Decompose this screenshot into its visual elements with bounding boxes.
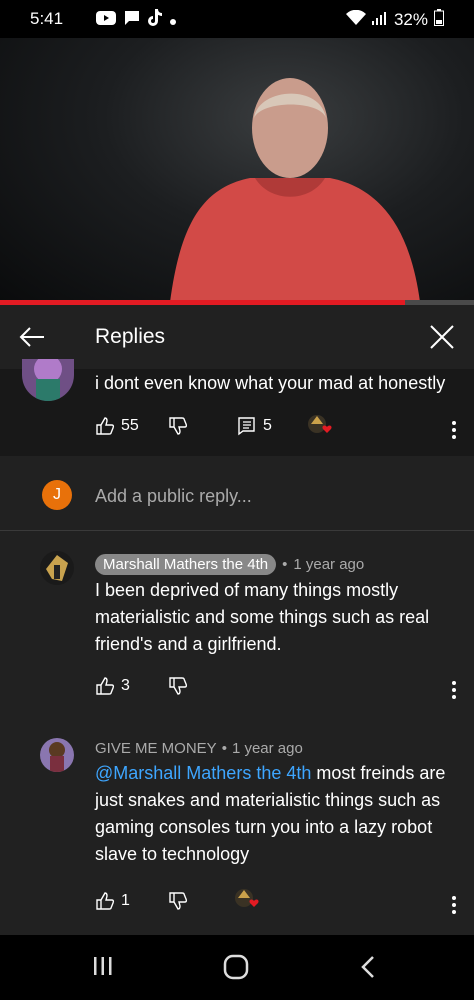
like-count: 55 <box>121 417 139 434</box>
author-name[interactable]: GIVE ME MONEY <box>95 740 217 757</box>
battery-label: 32% <box>393 10 428 29</box>
author-chip[interactable]: Marshall Mathers the 4th <box>95 554 277 575</box>
creator-heart-icon <box>307 414 335 443</box>
more-options-icon[interactable] <box>452 681 456 702</box>
panel-title: Replies <box>95 325 166 348</box>
like-count: 1 <box>121 892 130 909</box>
reply-count: 5 <box>263 417 272 434</box>
comment-text: @Marshall Mathers the 4th most freinds a… <box>95 760 455 868</box>
youtube-icon <box>96 10 116 30</box>
chat-icon <box>124 10 140 31</box>
dot-icon <box>170 10 176 30</box>
video-player[interactable] <box>0 38 474 302</box>
back-icon[interactable] <box>360 955 376 984</box>
commenter-avatar[interactable] <box>40 551 74 585</box>
signal-icon <box>371 10 388 31</box>
thumbs-up-icon <box>96 417 115 435</box>
thumbs-down-icon <box>169 417 188 435</box>
close-icon[interactable] <box>428 323 456 356</box>
user-avatar: J <box>42 480 72 510</box>
video-frame-person <box>170 78 420 302</box>
battery-icon <box>434 9 444 31</box>
back-arrow-icon[interactable] <box>18 323 46 356</box>
thumbs-up-icon <box>96 892 115 910</box>
replies-count-button[interactable]: 5 <box>237 416 272 436</box>
system-nav-bar <box>0 935 474 1000</box>
home-icon[interactable] <box>223 954 249 985</box>
like-button[interactable]: 1 <box>95 891 130 911</box>
comment-time: 1 year ago <box>231 740 303 757</box>
dislike-button[interactable] <box>168 676 188 696</box>
like-count: 3 <box>121 677 130 694</box>
replies-panel: Replies i dont even know what your mad a… <box>0 305 474 935</box>
wifi-icon <box>345 9 366 31</box>
dislike-button[interactable] <box>168 891 188 911</box>
parent-comment-text: i dont even know what your mad at honest… <box>95 373 446 393</box>
comment-icon <box>238 417 255 436</box>
comment-meta: Marshall Mathers the 4th • 1 year ago <box>95 554 364 575</box>
status-bar: 5:41 32% <box>0 0 474 38</box>
reply-comment: GIVE ME MONEY • 1 year ago @Marshall Mat… <box>0 716 474 926</box>
reply-placeholder: Add a public reply... <box>95 486 252 506</box>
thumbs-down-icon <box>169 892 188 910</box>
dislike-button[interactable] <box>168 416 188 436</box>
commenter-avatar[interactable] <box>40 738 74 772</box>
comment-text: I been deprived of many things mostly ma… <box>95 580 430 654</box>
like-button[interactable]: 3 <box>95 676 130 696</box>
more-options-icon[interactable] <box>452 421 456 442</box>
comment-time: 1 year ago <box>293 556 365 573</box>
tiktok-icon <box>148 9 162 31</box>
comment-meta: GIVE ME MONEY • 1 year ago <box>95 740 303 757</box>
recent-apps-icon[interactable] <box>92 955 114 982</box>
clock: 5:41 <box>30 9 64 28</box>
parent-comment: i dont even know what your mad at honest… <box>0 359 474 456</box>
reply-comment: Marshall Mathers the 4th • 1 year ago I … <box>0 531 474 701</box>
like-button[interactable]: 55 <box>95 416 139 436</box>
reply-input[interactable]: J Add a public reply... <box>0 456 474 531</box>
more-options-icon[interactable] <box>452 896 456 917</box>
thumbs-down-icon <box>169 677 188 695</box>
creator-heart-icon <box>234 888 262 917</box>
parent-avatar <box>22 359 74 401</box>
thumbs-up-icon <box>96 677 115 695</box>
mention-link[interactable]: @Marshall Mathers the 4th <box>95 763 311 783</box>
